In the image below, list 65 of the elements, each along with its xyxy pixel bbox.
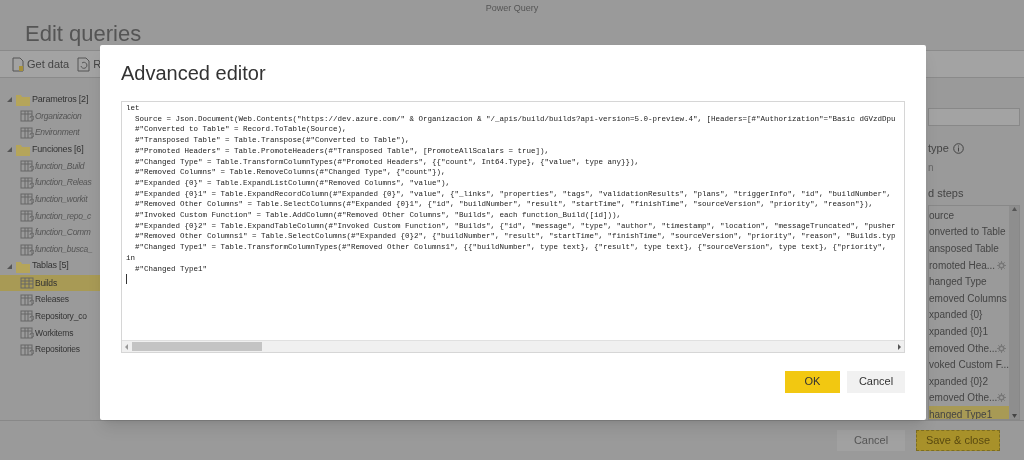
cancel-button[interactable]: Cancel xyxy=(837,430,905,451)
query-icon xyxy=(20,175,34,190)
table-icon xyxy=(20,325,34,340)
applied-step[interactable]: voked Custom F... xyxy=(929,356,1009,373)
ok-button[interactable]: OK xyxy=(785,370,840,393)
toolbar-button[interactable]: R xyxy=(77,55,102,73)
query-icon xyxy=(20,192,34,207)
tree-group[interactable]: Parametros [2] xyxy=(0,91,100,108)
info-icon xyxy=(952,142,964,154)
text-cursor xyxy=(126,274,127,285)
query-item[interactable]: Repository_co xyxy=(0,307,100,325)
applied-step[interactable]: emoved Othe... xyxy=(929,339,1009,357)
query-item[interactable]: Organizacion xyxy=(0,107,100,125)
save-button[interactable]: Save & close xyxy=(916,430,1000,451)
applied-step[interactable]: xpanded {0} xyxy=(929,306,1009,324)
query-item[interactable]: function_Comm xyxy=(0,224,100,242)
query-item[interactable]: function_Releas xyxy=(0,174,100,192)
cancel-button[interactable]: Cancel xyxy=(847,370,905,393)
folder-icon xyxy=(15,92,30,107)
applied-step[interactable]: ansposed Table xyxy=(929,240,1009,257)
query-item[interactable]: Repositories xyxy=(0,341,100,358)
query-item[interactable]: Builds xyxy=(0,274,100,292)
horizontal-scrollbar[interactable] xyxy=(122,340,904,352)
folder-icon xyxy=(15,142,30,157)
scrollbar-thumb[interactable] xyxy=(132,342,262,351)
property-label: type xyxy=(928,141,949,156)
scroll-up-icon xyxy=(1010,206,1018,212)
query-item[interactable]: function_repo_c xyxy=(0,207,100,225)
dialog-title: Advanced editor xyxy=(121,61,266,86)
toolbar-button[interactable]: Get data xyxy=(12,55,70,73)
section-heading: d steps xyxy=(928,185,965,201)
query-icon xyxy=(20,109,34,124)
table-icon xyxy=(20,309,34,324)
query-item[interactable]: Environment xyxy=(0,124,100,142)
applied-step[interactable]: onverted to Table xyxy=(929,223,1009,241)
query-icon xyxy=(20,225,34,240)
search-field[interactable] xyxy=(928,108,1020,126)
tree-group[interactable]: Tablas [5] xyxy=(0,257,100,275)
query-item[interactable]: function_Build xyxy=(0,157,100,175)
query-item[interactable]: function_busca_ xyxy=(0,241,100,258)
query-item[interactable]: Workitems xyxy=(0,324,100,342)
applied-step[interactable]: romoted Hea... xyxy=(929,256,1009,274)
applied-step[interactable]: emoved Columns xyxy=(929,289,1009,307)
query-item[interactable]: Releases xyxy=(0,291,100,308)
applied-step[interactable]: emoved Othe... xyxy=(929,389,1009,407)
applied-step[interactable]: ource xyxy=(929,207,1009,224)
table-icon xyxy=(20,275,34,290)
tree-group[interactable]: Funciones [6] xyxy=(0,141,100,158)
page-title: Edit queries xyxy=(25,19,142,48)
vertical-scrollbar[interactable] xyxy=(1009,206,1019,419)
scroll-down-icon xyxy=(1010,413,1018,419)
refresh-icon xyxy=(77,56,91,72)
query-icon xyxy=(20,209,34,224)
applied-step[interactable]: hanged Type xyxy=(929,273,1009,290)
query-icon xyxy=(20,125,34,140)
window-title: Power Query xyxy=(485,2,539,16)
table-icon xyxy=(20,342,34,357)
query-icon xyxy=(20,159,34,174)
code-editor[interactable] xyxy=(121,101,905,353)
applied-step[interactable]: xpanded {0}2 xyxy=(929,372,1009,390)
document-icon xyxy=(12,56,24,72)
table-icon xyxy=(20,292,34,307)
applied-step[interactable]: xpanded {0}1 xyxy=(929,323,1009,340)
query-item[interactable]: function_workit xyxy=(0,191,100,208)
query-icon xyxy=(20,242,34,257)
